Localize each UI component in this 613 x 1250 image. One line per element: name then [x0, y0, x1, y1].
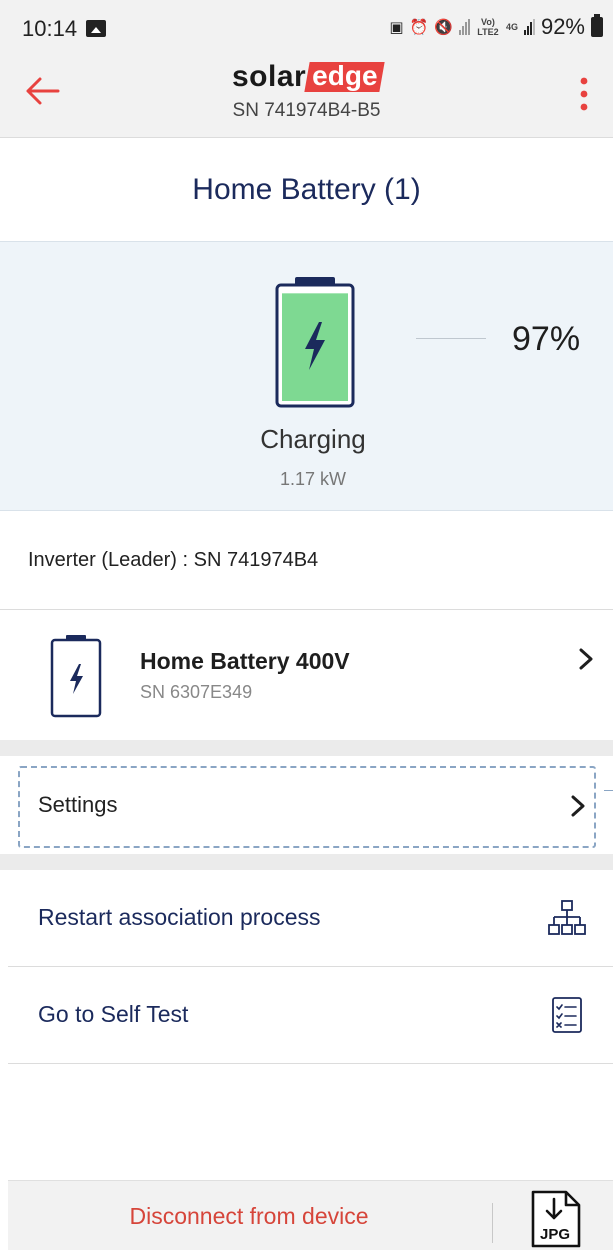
- network-hierarchy-icon: [548, 900, 586, 935]
- charge-state: Charging: [260, 424, 366, 454]
- gallery-notification-icon: [86, 20, 106, 37]
- battery-percentage-value: 97%: [512, 320, 581, 358]
- self-test-label: Go to Self Test: [38, 1001, 189, 1027]
- app-notification-icon: ▣: [389, 19, 404, 36]
- battery-percentage: 92%: [540, 14, 585, 39]
- network-4g-indicator: 4G: [505, 22, 518, 32]
- mute-icon: 🔇: [434, 19, 453, 36]
- settings-row[interactable]: Settings: [18, 766, 596, 848]
- device-name: Home Battery 400V: [140, 648, 350, 674]
- chevron-right-icon: [579, 648, 593, 670]
- percentage-leader-line: [416, 338, 486, 339]
- solaredge-logo: solar edge: [232, 60, 386, 93]
- disconnect-button[interactable]: Disconnect from device: [8, 1181, 490, 1250]
- alarm-icon: ⏰: [409, 19, 429, 36]
- status-bar: 10:14 ▣ ⏰ 🔇 Vo) LTE2 4G 92%: [0, 0, 613, 60]
- self-test-row[interactable]: Go to Self Test: [8, 967, 613, 1064]
- export-format-label: JPG: [540, 1226, 570, 1243]
- charge-power: 1.17 kW: [279, 469, 347, 489]
- section-divider: [0, 740, 613, 756]
- section-divider: [0, 854, 613, 870]
- restart-association-label: Restart association process: [38, 904, 321, 930]
- cell-signal-icon: [523, 19, 535, 35]
- battery-device-icon: [50, 635, 102, 718]
- battery-status-panel: 97% Charging 1.17 kW: [0, 241, 613, 511]
- battery-icon: [591, 14, 603, 37]
- logo-primary-text: solar: [232, 60, 307, 93]
- device-row[interactable]: Home Battery 400V SN 6307E349: [0, 610, 613, 740]
- wifi-signal-icon: [458, 19, 470, 35]
- device-serial-header: SN 741974B4-B5: [232, 100, 381, 121]
- checklist-icon: [552, 997, 582, 1033]
- more-options-icon[interactable]: [577, 74, 591, 114]
- status-time: 10:14: [22, 16, 78, 41]
- chevron-right-icon: [571, 795, 585, 817]
- page-title: Home Battery (1): [192, 172, 421, 206]
- volte-indicator: Vo) LTE2: [477, 17, 499, 37]
- highlight-connector: [604, 790, 613, 791]
- export-jpg-icon[interactable]: JPG: [530, 1189, 582, 1249]
- charging-battery-icon: [275, 277, 355, 408]
- status-icons: ▣ ⏰ 🔇 Vo) LTE2 4G 92%: [389, 14, 603, 40]
- restart-association-row[interactable]: Restart association process: [8, 870, 613, 967]
- bottom-bar: Disconnect from device JPG: [8, 1180, 613, 1250]
- settings-label: Settings: [38, 792, 118, 817]
- logo-accent-badge: edge: [304, 60, 386, 92]
- logo-accent-text: edge: [312, 60, 378, 91]
- device-serial: SN 6307E349: [140, 682, 253, 702]
- app-bar: solar edge SN 741974B4-B5: [0, 60, 613, 138]
- inverter-info: Inverter (Leader) : SN 741974B4: [0, 511, 613, 610]
- bottom-divider: [492, 1203, 493, 1243]
